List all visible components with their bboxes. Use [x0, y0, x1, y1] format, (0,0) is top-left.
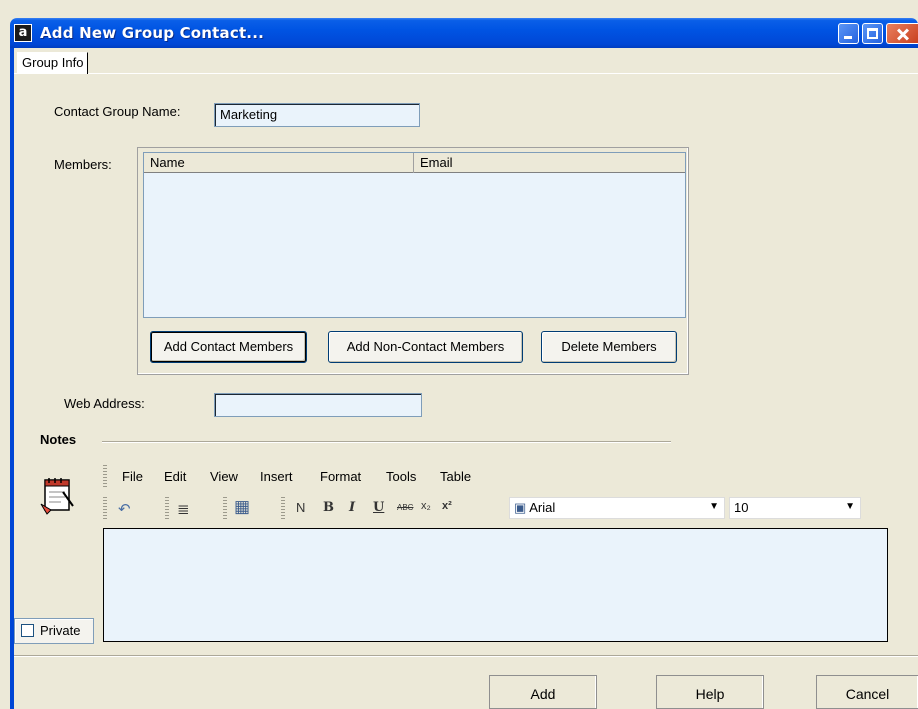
toolbar-grip	[165, 497, 169, 519]
add-non-contact-members-button[interactable]: Add Non-Contact Members	[328, 331, 523, 363]
delete-members-button[interactable]: Delete Members	[541, 331, 677, 363]
maximize-button[interactable]	[862, 23, 883, 44]
cancel-button[interactable]: Cancel	[816, 675, 918, 709]
menu-table[interactable]: Table	[440, 469, 471, 484]
notes-text-area[interactable]	[103, 528, 888, 642]
undo-icon[interactable]: ↶	[118, 500, 131, 518]
private-checkbox[interactable]	[21, 624, 34, 637]
toolbar-grip	[281, 497, 285, 519]
column-header-email[interactable]: Email	[414, 153, 685, 173]
align-left-icon[interactable]: ≣	[177, 500, 190, 518]
italic-icon[interactable]: I	[349, 500, 355, 515]
web-address-input[interactable]	[214, 393, 422, 417]
column-header-name[interactable]: Name	[144, 153, 414, 173]
app-icon: a	[14, 24, 32, 42]
superscript-icon[interactable]: x²	[442, 500, 452, 512]
members-list-header: Name Email	[144, 153, 685, 173]
font-size-select[interactable]: 10 ▼	[729, 497, 861, 519]
menu-view[interactable]: View	[210, 469, 238, 484]
close-button[interactable]	[886, 23, 918, 44]
minimize-button[interactable]	[838, 23, 859, 44]
title-bar: a Add New Group Contact...	[10, 18, 918, 48]
insert-table-icon[interactable]: ▦	[234, 497, 250, 517]
web-address-label: Web Address:	[64, 396, 145, 411]
chevron-down-icon: ▼	[845, 501, 855, 512]
font-icon: ▣	[514, 500, 527, 515]
window-frame	[10, 48, 14, 709]
members-panel: Name Email Add Contact Members Add Non-C…	[137, 147, 689, 375]
tab-bar: Group Info	[14, 48, 918, 74]
font-size-value: 10	[734, 500, 749, 515]
add-button[interactable]: Add	[489, 675, 597, 709]
private-checkbox-group[interactable]: Private	[14, 618, 94, 644]
normal-style-button[interactable]: N	[296, 500, 305, 515]
menu-file[interactable]: File	[122, 469, 143, 484]
add-contact-members-button[interactable]: Add Contact Members	[150, 331, 307, 363]
toolbar-grip[interactable]	[103, 497, 107, 519]
subscript-icon[interactable]: x₂	[421, 500, 431, 512]
menu-edit[interactable]: Edit	[164, 469, 186, 484]
font-family-value: Arial	[529, 500, 556, 515]
menu-format[interactable]: Format	[320, 469, 361, 484]
menu-insert[interactable]: Insert	[260, 469, 293, 484]
footer-divider	[14, 655, 918, 657]
bold-icon[interactable]: B	[323, 500, 334, 515]
font-family-select[interactable]: ▣ Arial ▼	[509, 497, 725, 519]
window-title: Add New Group Contact...	[40, 24, 265, 42]
menubar-grip[interactable]	[103, 465, 107, 487]
underline-icon[interactable]: U	[373, 500, 384, 515]
notes-editor-toolbar: File Edit View Insert Format Tools Table…	[103, 461, 888, 527]
group-name-label: Contact Group Name:	[54, 104, 181, 119]
notes-heading: Notes	[40, 432, 77, 447]
toolbar-grip	[223, 497, 227, 519]
strikethrough-icon[interactable]: ABC	[397, 503, 413, 512]
menu-tools[interactable]: Tools	[386, 469, 416, 484]
group-name-input[interactable]: Marketing	[214, 103, 420, 127]
tab-group-info[interactable]: Group Info	[17, 52, 89, 74]
chevron-down-icon: ▼	[709, 501, 719, 512]
members-list[interactable]: Name Email	[143, 152, 686, 318]
notes-divider	[102, 441, 671, 443]
notes-notepad-icon	[37, 474, 79, 516]
private-label: Private	[40, 623, 81, 638]
help-button[interactable]: Help	[656, 675, 764, 709]
members-label: Members:	[54, 157, 112, 172]
